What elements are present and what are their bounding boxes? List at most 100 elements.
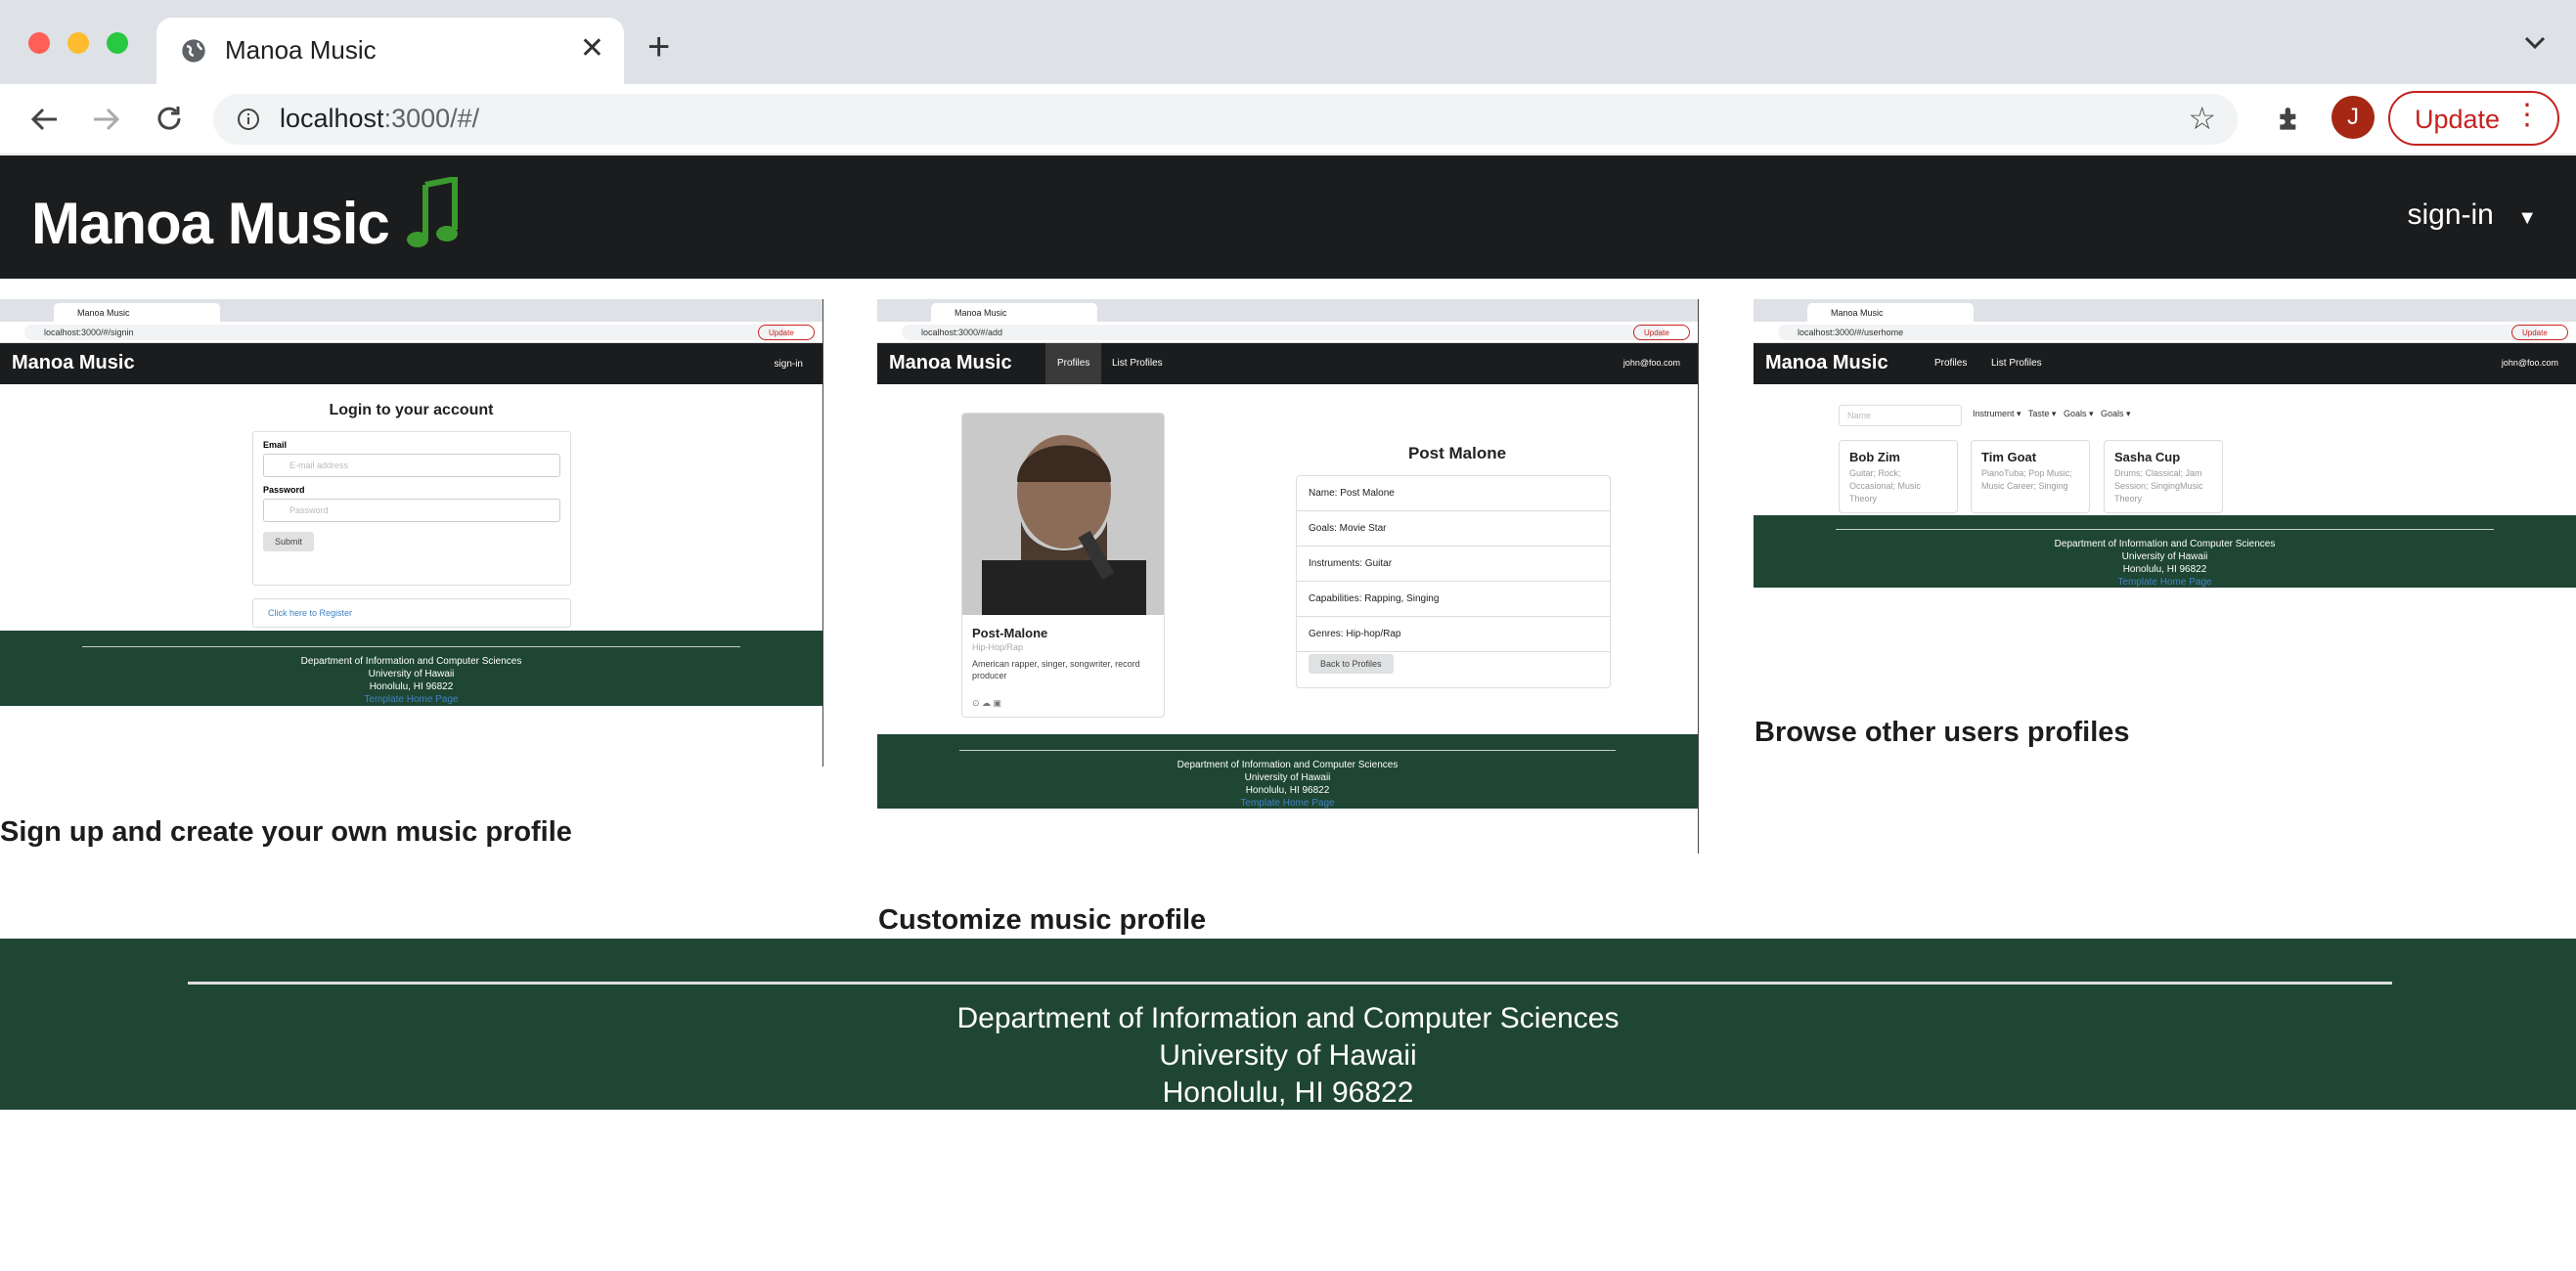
mini-footer-link: Template Home Page	[1240, 798, 1335, 809]
mini-footer-line1: Department of Information and Computer S…	[2054, 539, 2276, 549]
url-path: :3000/#/	[383, 104, 480, 133]
profile-title: Post Malone	[1407, 444, 1507, 462]
mini-tab-strip: Manoa Music	[1754, 299, 2576, 322]
mini-footer-rule	[958, 750, 1617, 751]
footer-address: Honolulu, HI 96822	[1162, 1076, 1414, 1109]
mini-toolbar: localhost:3000/#/userhome Update	[1754, 322, 2576, 343]
music-note-icon	[407, 175, 459, 247]
mini-url: localhost:3000/#/add	[921, 328, 1003, 337]
name-search-placeholder: Name	[1847, 411, 1872, 420]
mini-update-label: Update	[1644, 329, 1669, 337]
mini-update-label: Update	[2522, 329, 2548, 337]
detail-row: Goals: Movie Star	[1297, 511, 1610, 547]
mini-footer-line2: University of Hawaii	[2121, 551, 2208, 562]
password-field: Password	[263, 499, 560, 522]
email-field: E-mail address	[263, 454, 560, 477]
signin-dropdown[interactable]: sign-in ▼	[2407, 198, 2537, 232]
mini-address-bar: localhost:3000/#/userhome	[1778, 325, 2541, 340]
filter-goals-2: Goals	[2100, 409, 2124, 418]
filter-goals: Goals	[2063, 409, 2087, 418]
browser-toolbar: localhost:3000/#/ ☆ J Update ⋮	[0, 84, 2576, 154]
address-bar[interactable]: localhost:3000/#/ ☆	[213, 94, 2238, 145]
mini-footer-line3: Honolulu, HI 96822	[1245, 785, 1330, 796]
mini-footer-line3: Honolulu, HI 96822	[2122, 564, 2207, 575]
user-card: Tim Goat PianoTuba; Pop Music; Music Care…	[1971, 440, 2090, 513]
profile-photo	[962, 414, 1164, 615]
signin-screenshot: Manoa Music localhost:3000/#/signin Upda…	[0, 299, 823, 767]
globe-icon	[182, 39, 205, 63]
mini-address-bar: localhost:3000/#/signin	[24, 325, 787, 340]
user-card-name: Tim Goat	[1981, 450, 2037, 464]
mini-footer-link: Template Home Page	[2117, 577, 2212, 588]
mini-navbar: Manoa Music Profiles List Profiles john@…	[1754, 343, 2576, 384]
profile-card-description: American rapper, singer, songwriter, rec…	[972, 659, 1140, 680]
detail-row: Instruments: Guitar	[1297, 547, 1610, 582]
site-brand[interactable]: Manoa Music	[31, 175, 463, 257]
browse-screenshot: Manoa Music localhost:3000/#/userhome Up…	[1754, 299, 2576, 667]
user-card-name: Sasha Cup	[2114, 450, 2181, 464]
new-tab-icon[interactable]: +	[647, 27, 670, 66]
filter-bar: Instrument ▾ Taste ▾ Goals ▾ Goals ▾	[1973, 409, 2131, 418]
reload-icon[interactable]	[155, 104, 184, 133]
signin-caption: Sign up and create your own music profil…	[0, 816, 572, 848]
mini-footer-line2: University of Hawaii	[1244, 772, 1331, 783]
submit-button: Submit	[263, 532, 315, 551]
detail-row: Genres: Hip-hop/Rap	[1297, 617, 1610, 652]
close-tab-icon[interactable]: ✕	[580, 31, 604, 66]
info-icon[interactable]	[237, 108, 260, 131]
mini-update-button: Update	[1633, 325, 1690, 340]
mini-signin: sign-in	[774, 359, 803, 370]
footer-university: University of Hawaii	[1159, 1039, 1417, 1072]
profile-details: Name: Post Malone Goals: Movie Star Inst…	[1296, 475, 1611, 688]
browser-tab[interactable]: Manoa Music ✕	[156, 18, 624, 84]
email-placeholder: E-mail address	[289, 460, 349, 470]
filter-taste: Taste	[2027, 409, 2050, 418]
mini-footer-line2: University of Hawaii	[368, 669, 455, 679]
mini-nav-profiles: Profiles	[1045, 343, 1102, 384]
detail-row: Capabilities: Rapping, Singing	[1297, 582, 1610, 617]
chevron-down-icon[interactable]	[2523, 35, 2547, 51]
extensions-puzzle-icon[interactable]	[2275, 104, 2306, 135]
footer-divider	[188, 982, 2392, 985]
minimize-window-button[interactable]	[67, 32, 89, 54]
user-card: Sasha Cup Drums; Classical; Jam Session; …	[2104, 440, 2223, 513]
browse-caption: Browse other users profiles	[1754, 717, 2130, 748]
mini-tab-title: Manoa Music	[955, 308, 1007, 318]
login-form: Email E-mail address Password Password S…	[252, 431, 571, 586]
kebab-menu-icon[interactable]: ⋮	[2512, 101, 2542, 130]
mini-brand: Manoa Music	[889, 352, 1012, 373]
password-label: Password	[263, 485, 305, 495]
bookmark-star-icon[interactable]: ☆	[2188, 100, 2216, 137]
profile-card-name: Post-Malone	[972, 626, 1048, 640]
profile-avatar[interactable]: J	[2332, 96, 2375, 139]
update-label: Update	[2415, 105, 2501, 134]
mini-tab-strip: Manoa Music	[877, 299, 1698, 322]
chrome-update-button[interactable]: Update ⋮	[2388, 91, 2559, 146]
register-link: Click here to Register	[268, 608, 353, 618]
forward-arrow-icon[interactable]	[92, 106, 121, 133]
mini-user: john@foo.com	[1622, 358, 1680, 368]
back-to-profiles-button: Back to Profiles	[1309, 654, 1394, 674]
profile-card: Post-Malone Hip-Hop/Rap American rapper,…	[961, 413, 1165, 718]
back-arrow-icon[interactable]	[29, 106, 59, 133]
mini-footer-rule	[1836, 529, 2494, 530]
mini-footer-line1: Department of Information and Computer S…	[300, 656, 522, 667]
mini-tab-title: Manoa Music	[77, 308, 130, 318]
mini-nav-list-profiles: List Profiles	[1112, 358, 1163, 369]
user-card-description: PianoTuba; Pop Music; Music Career; Sing…	[1981, 468, 2072, 491]
register-box: Click here to Register	[252, 598, 571, 628]
zoom-window-button[interactable]	[107, 32, 128, 54]
profile-card-genre: Hip-Hop/Rap	[972, 642, 1024, 652]
mini-toolbar: localhost:3000/#/signin Update	[0, 322, 822, 343]
mini-footer-link: Template Home Page	[364, 694, 459, 705]
mini-toolbar: localhost:3000/#/add Update	[877, 322, 1698, 343]
tab-title: Manoa Music	[225, 35, 377, 65]
caret-down-icon: ▼	[2517, 207, 2537, 229]
detail-row: Name: Post Malone	[1297, 476, 1610, 511]
close-window-button[interactable]	[28, 32, 50, 54]
user-card: Bob Zim Guitar; Rock; Occasional; Music T…	[1839, 440, 1958, 513]
mini-tab: Manoa Music	[1807, 303, 1974, 322]
url-host: localhost	[280, 104, 384, 133]
mini-user: john@foo.com	[2501, 358, 2558, 368]
mini-tab: Manoa Music	[54, 303, 220, 322]
